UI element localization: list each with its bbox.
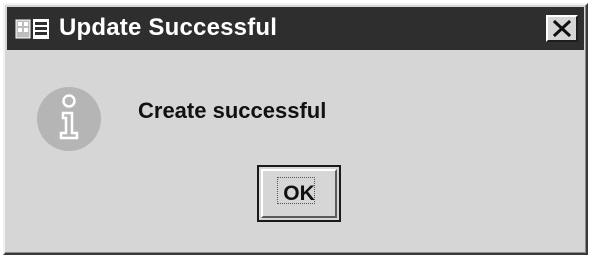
close-button[interactable] [546,15,578,42]
update-dialog: Update Successful Create successful OK [3,3,588,255]
window-title: Update Successful [59,14,278,41]
ok-button-default-frame: OK [257,165,341,222]
app-window-icon [15,19,49,39]
close-icon [553,20,571,37]
ok-button[interactable]: OK [261,169,337,218]
message-text: Create successful [138,98,327,123]
info-icon [37,87,101,151]
title-bar[interactable]: Update Successful [7,7,584,50]
